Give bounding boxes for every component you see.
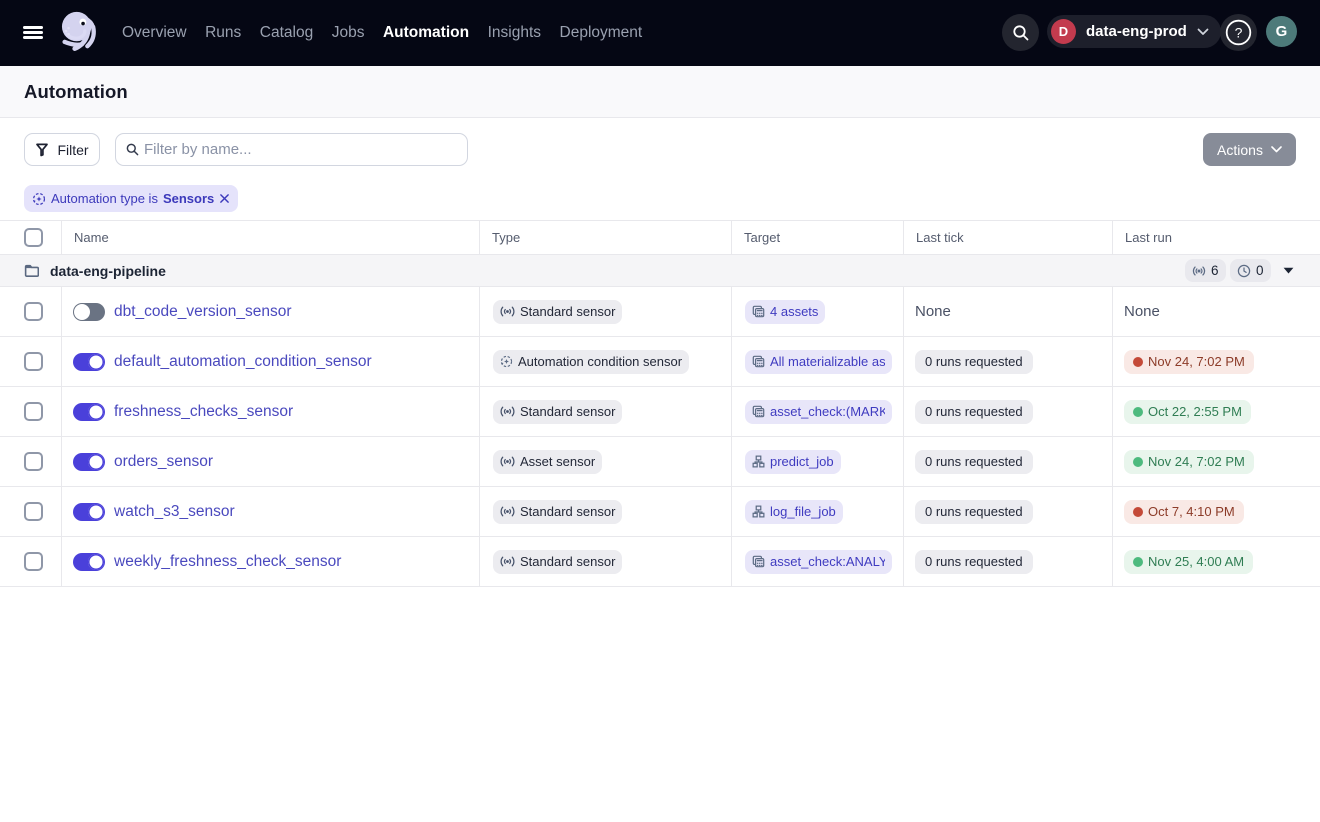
svg-text:?: ? (1235, 25, 1243, 41)
